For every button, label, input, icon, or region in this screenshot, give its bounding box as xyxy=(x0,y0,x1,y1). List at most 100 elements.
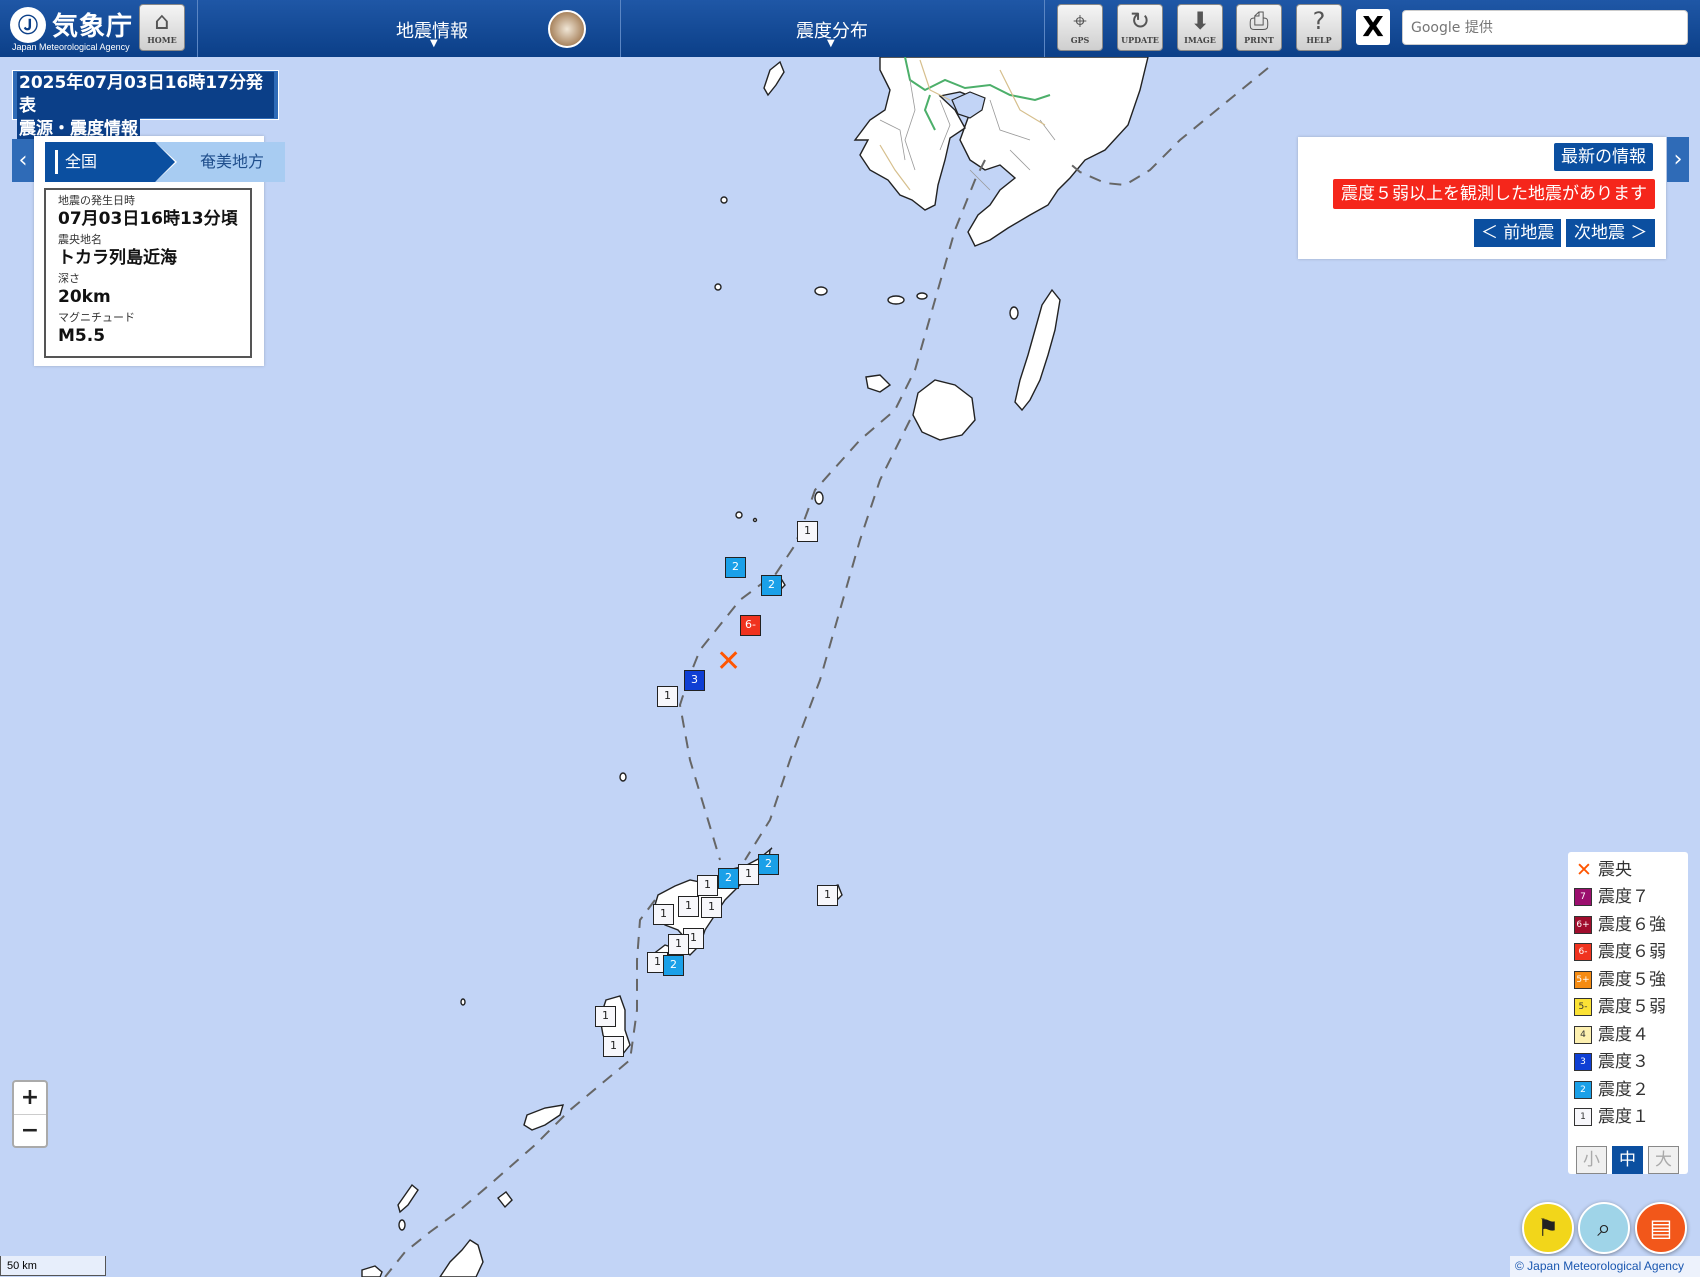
google-search-box[interactable] xyxy=(1402,10,1688,45)
jma-logo-icon: Ⓙ xyxy=(10,7,46,43)
legend-swatch: 5+ xyxy=(1574,971,1592,989)
logo-text: 気象庁 xyxy=(52,12,134,42)
print-icon: ⎙ xyxy=(1249,7,1269,35)
more-search-icon[interactable]: ⌕ xyxy=(1578,1202,1630,1254)
print-label: PRINT xyxy=(1244,35,1274,45)
legend-label: 震度７ xyxy=(1598,887,1649,907)
islet xyxy=(714,283,722,291)
help-label: HELP xyxy=(1306,35,1332,45)
help-icon: ? xyxy=(1312,7,1326,35)
gps-button[interactable]: ⌖ GPS xyxy=(1057,4,1103,51)
legend-label: 震度５強 xyxy=(1598,970,1666,990)
help-button[interactable]: ? HELP xyxy=(1296,4,1342,51)
station-intensity-marker[interactable]: 2 xyxy=(758,854,779,875)
island-yoron xyxy=(497,1191,513,1209)
previous-earthquake-button[interactable]: ＜ 前地震 xyxy=(1474,219,1562,247)
legend-label: 震度５弱 xyxy=(1598,997,1666,1017)
manual-book-icon[interactable]: ▤ xyxy=(1635,1202,1687,1254)
legend-swatch: 6- xyxy=(1574,943,1592,961)
x-share-icon[interactable]: X xyxy=(1356,9,1390,45)
epicenter-marker-icon[interactable]: ✕ xyxy=(716,647,741,677)
islet-mageshima xyxy=(1009,306,1019,320)
zoom-in-button[interactable]: + xyxy=(14,1082,46,1114)
station-intensity-marker[interactable]: 1 xyxy=(653,904,674,925)
legend-label: 震央 xyxy=(1598,860,1632,880)
search-input[interactable] xyxy=(1403,11,1687,44)
navigation-panel: 最新の情報 震度５弱以上を観測した地震があります ＜ 前地震 次地震 ＞ xyxy=(1298,137,1666,259)
print-button[interactable]: ⎙ PRINT xyxy=(1236,4,1282,51)
download-icon: ⬇ xyxy=(1189,7,1211,35)
menu-intensity-distribution[interactable]: 震度分布 ▼ xyxy=(621,0,1044,57)
legend-swatch: 3 xyxy=(1574,1053,1592,1071)
islet xyxy=(619,772,627,782)
legend-swatch: 7 xyxy=(1574,888,1592,906)
station-intensity-marker[interactable]: 2 xyxy=(663,955,684,976)
chevron-down-icon: ▼ xyxy=(430,38,438,49)
intensity-legend: ✕ 震央 7 震度７ 6+ 震度６強 6- 震度６弱 5+ 震度５強 5- 震度… xyxy=(1568,852,1688,1174)
marker-size-large-button[interactable]: 大 xyxy=(1648,1146,1679,1174)
depth-label: 深さ xyxy=(58,272,80,285)
legend-swatch: 6+ xyxy=(1574,916,1592,934)
islet xyxy=(460,998,466,1006)
scale-bar: 50 km xyxy=(0,1256,106,1276)
station-intensity-marker[interactable]: 3 xyxy=(684,670,705,691)
station-intensity-marker[interactable]: 1 xyxy=(668,934,689,955)
guide-person-icon[interactable]: ⚑ xyxy=(1522,1202,1574,1254)
menu-earthquake-info[interactable]: 地震情報 ▼ xyxy=(198,0,620,57)
station-intensity-marker[interactable]: 1 xyxy=(657,686,678,707)
legend-label: 震度６弱 xyxy=(1598,942,1666,962)
island-iojima xyxy=(887,295,905,305)
jma-logo[interactable]: Ⓙ 気象庁 Japan Meteorological Agency xyxy=(8,4,133,52)
islet xyxy=(814,491,824,505)
station-intensity-marker[interactable]: 6- xyxy=(740,615,761,636)
station-intensity-marker[interactable]: 1 xyxy=(595,1006,616,1027)
earthquake-details: 地震の発生日時 07月03日16時13分頃 震央地名 トカラ列島近海 深さ 20… xyxy=(44,188,252,358)
update-button[interactable]: ↻ UPDATE xyxy=(1117,4,1163,51)
zoom-out-button[interactable]: − xyxy=(14,1115,46,1147)
copyright-notice[interactable]: © Japan Meteorological Agency xyxy=(1510,1256,1700,1277)
epicenter-label: 震央地名 xyxy=(58,233,102,246)
zoom-control: + − xyxy=(12,1080,48,1148)
image-download-button[interactable]: ⬇ IMAGE xyxy=(1177,4,1223,51)
magnitude-value: M5.5 xyxy=(58,326,106,346)
update-icon: ↻ xyxy=(1129,7,1151,35)
kyushu-land xyxy=(853,57,1149,247)
next-earthquake-button[interactable]: 次地震 ＞ xyxy=(1566,219,1656,247)
legend-label: 震度１ xyxy=(1598,1107,1649,1127)
time-value: 07月03日16時13分頃 xyxy=(58,209,238,229)
islet xyxy=(720,196,728,204)
collapse-panel-left-button[interactable]: ‹ xyxy=(12,139,34,182)
legend-swatch: 5- xyxy=(1574,998,1592,1016)
legend-swatch: 2 xyxy=(1574,1081,1592,1099)
station-intensity-marker[interactable]: 2 xyxy=(718,868,739,889)
station-intensity-marker[interactable]: 1 xyxy=(697,875,718,896)
island-kuroshima xyxy=(814,286,828,296)
station-intensity-marker[interactable]: 1 xyxy=(603,1036,624,1057)
station-intensity-marker[interactable]: 1 xyxy=(701,897,722,918)
station-intensity-marker[interactable]: 2 xyxy=(725,557,746,578)
legend-label: 震度６強 xyxy=(1598,915,1666,935)
island-takeshima xyxy=(916,292,928,300)
island-iheya xyxy=(397,1183,419,1214)
station-intensity-marker[interactable]: 1 xyxy=(678,896,699,917)
station-intensity-marker[interactable]: 1 xyxy=(738,864,759,885)
station-intensity-marker[interactable]: 2 xyxy=(761,575,782,596)
update-label: UPDATE xyxy=(1121,35,1159,45)
islet xyxy=(735,511,743,519)
collapse-panel-right-button[interactable]: › xyxy=(1667,137,1689,182)
home-button[interactable]: ⌂ HOME xyxy=(139,4,185,51)
latest-info-button[interactable]: 最新の情報 xyxy=(1554,143,1653,171)
island-kuchinoerabu xyxy=(865,374,892,393)
breadcrumb-all-japan[interactable]: 全国 xyxy=(45,142,175,182)
island-tanegashima xyxy=(1014,288,1061,412)
logo-subtext: Japan Meteorological Agency xyxy=(12,42,130,52)
time-label: 地震の発生日時 xyxy=(58,194,135,207)
station-intensity-marker[interactable]: 1 xyxy=(817,885,838,906)
marker-size-medium-button[interactable]: 中 xyxy=(1612,1146,1643,1174)
station-intensity-marker[interactable]: 1 xyxy=(797,521,818,542)
strong-quake-alert[interactable]: 震度５弱以上を観測した地震があります xyxy=(1333,179,1655,209)
home-label: HOME xyxy=(147,35,177,45)
marker-size-small-button[interactable]: 小 xyxy=(1576,1146,1607,1174)
gps-label: GPS xyxy=(1070,35,1090,45)
depth-value: 20km xyxy=(58,287,111,307)
